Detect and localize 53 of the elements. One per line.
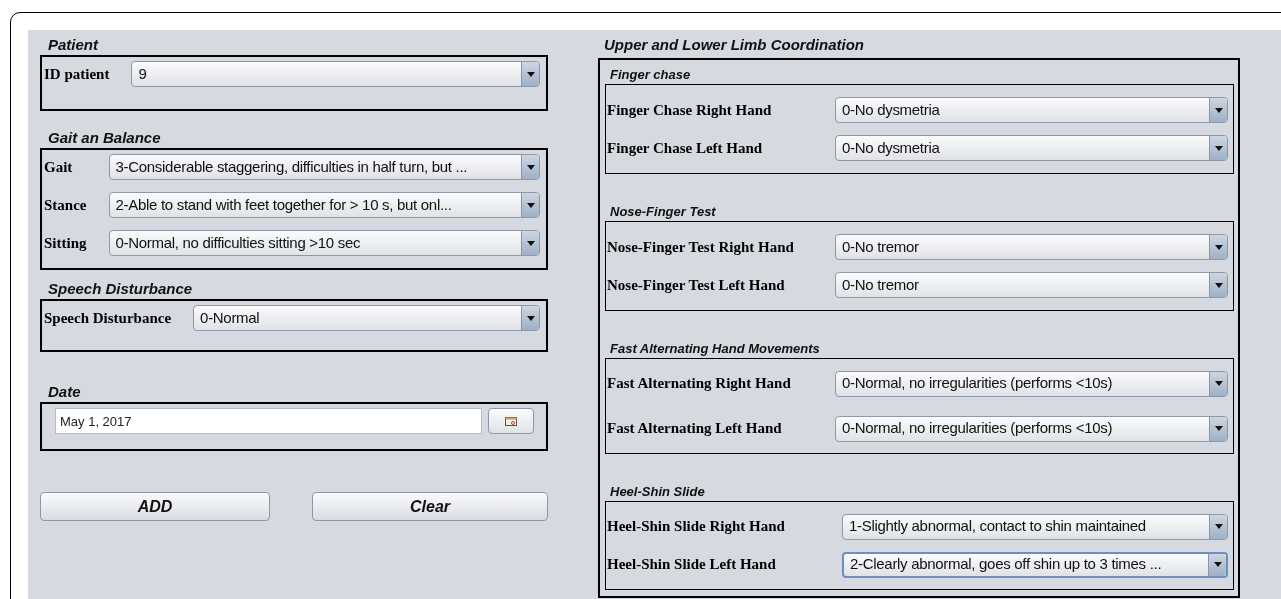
section-title: Finger chase (609, 67, 692, 83)
field-label: Finger Chase Left Hand (607, 138, 764, 158)
caret-icon (526, 240, 535, 246)
caret-icon (526, 315, 535, 321)
field-label: Finger Chase Right Hand (607, 100, 773, 120)
field-label: Fast Alternating Left Hand (607, 419, 783, 439)
caret-icon (1214, 426, 1223, 431)
dropdown[interactable]: 0-Normal, no irregularities (performs <10s) (835, 415, 1228, 442)
field-label: Speech Disturbance (44, 308, 172, 328)
field-label: Heel-Shin Slide Left Hand (607, 555, 777, 575)
section-title: Heel-Shin Slide (609, 484, 706, 500)
dropdown[interactable]: 1-Slightly abnormal, contact to shin maintained (842, 513, 1228, 540)
date-field[interactable]: May 1, 2017 (55, 408, 482, 434)
dropdown[interactable]: 0-No tremor (835, 272, 1228, 298)
caret-icon (1214, 381, 1223, 386)
section-title: Gait an Balance (47, 129, 162, 147)
field-label: ID patient (44, 64, 110, 84)
field-label: Sitting (44, 233, 87, 253)
calendar-icon (505, 416, 517, 426)
field-label: Heel-Shin Slide Right Hand (607, 517, 786, 537)
section-title: Speech Disturbance (47, 280, 194, 298)
section-title: Patient (47, 36, 100, 54)
section-title: Fast Alternating Hand Movements (609, 341, 821, 357)
caret-icon (1214, 282, 1223, 288)
dropdown[interactable]: 0-Normal (193, 305, 540, 331)
caret-icon (526, 202, 535, 208)
dropdown[interactable]: 2-Clearly abnormal, goes off shin up to 3 times ... (842, 551, 1228, 578)
dropdown[interactable]: 0-No tremor (835, 234, 1228, 260)
field-label: Nose-Finger Test Left Hand (607, 275, 786, 295)
dropdown[interactable]: 3-Considerable staggering, difficulties in half turn, but ... (108, 154, 540, 180)
dropdown[interactable]: 2-Able to stand with feet together for > 10 s, but onl... (108, 192, 540, 218)
caret-icon (1213, 562, 1222, 567)
dropdown[interactable]: 0-Normal, no difficulties sitting >10 sec (108, 230, 540, 256)
field-label: Gait (44, 157, 74, 177)
caret-icon (1214, 524, 1223, 529)
field-label: Nose-Finger Test Right Hand (607, 237, 795, 257)
dropdown[interactable]: 0-No dysmetria (835, 135, 1228, 161)
dropdown[interactable]: 0-Normal, no irregularities (performs <10s) (835, 370, 1228, 397)
field-label: Stance (44, 195, 87, 215)
caret-icon (1214, 145, 1223, 151)
caret-icon (1214, 107, 1223, 113)
section-title: Date (47, 383, 82, 401)
form-button[interactable]: Clear (312, 492, 548, 521)
caret-icon (1214, 244, 1223, 250)
section-title: Upper and Lower Limb Coordination (603, 36, 865, 54)
caret-icon (526, 164, 535, 170)
form-button[interactable]: ADD (40, 492, 270, 521)
section-title: Nose-Finger Test (609, 204, 717, 220)
dropdown[interactable]: 9 (131, 61, 540, 87)
dropdown[interactable]: 0-No dysmetria (835, 97, 1228, 123)
caret-icon (526, 71, 535, 77)
calendar-button[interactable] (488, 408, 534, 434)
field-label: Fast Alternating Right Hand (607, 374, 792, 394)
